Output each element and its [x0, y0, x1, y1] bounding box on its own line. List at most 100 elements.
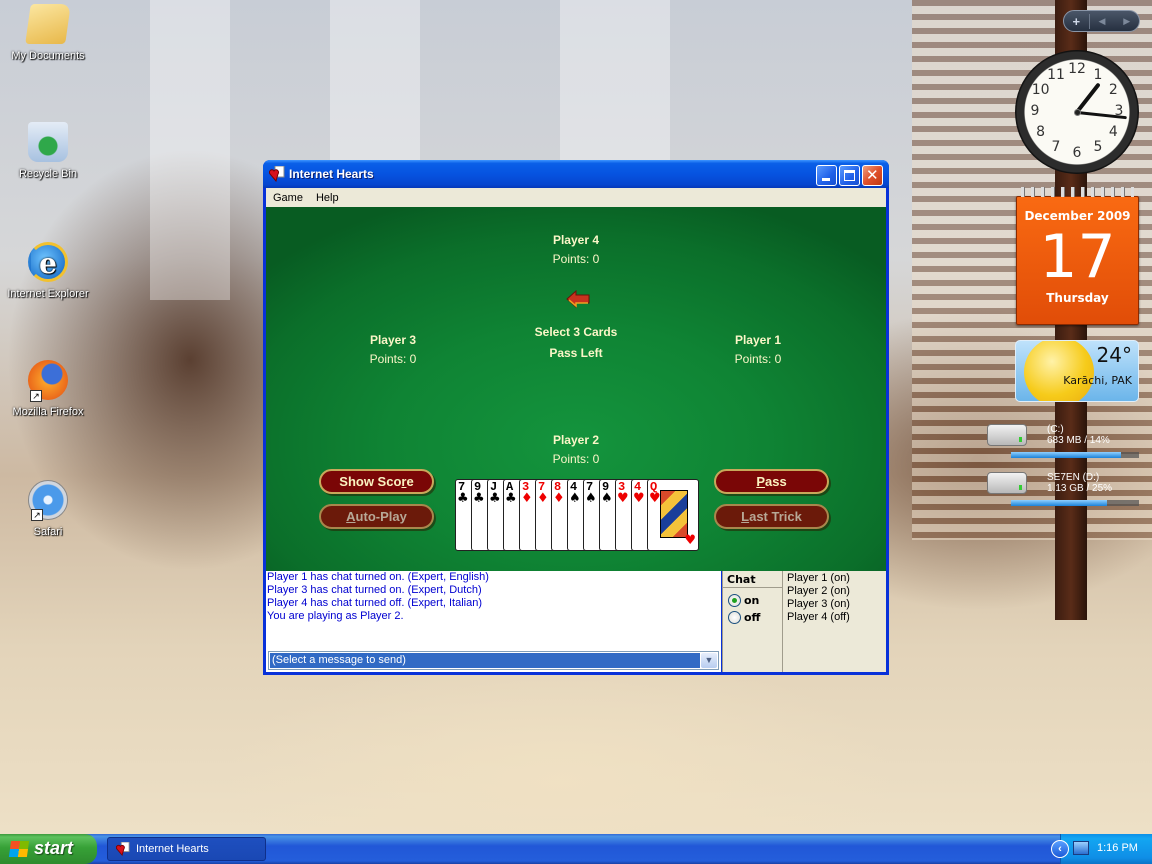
gadget-next-button[interactable]: ▶	[1114, 16, 1139, 27]
clock-numeral: 8	[1036, 124, 1046, 140]
weather-gadget[interactable]: 24° Karāchi, PAK	[1015, 340, 1139, 402]
safari-icon: ↗	[28, 480, 68, 521]
drive-name: SE7EN (D:)	[1047, 472, 1100, 483]
card-suit-icon: ♠	[569, 491, 581, 506]
clock-numeral: 1	[1093, 66, 1103, 83]
chat-toggle-panel: Chat on off	[722, 571, 783, 672]
message-select[interactable]: (Select a message to send) ▼	[268, 651, 719, 670]
close-icon: ✕	[866, 166, 879, 184]
desktop-icon-label: My Documents	[11, 50, 85, 62]
chat-on-radio[interactable]: on	[728, 594, 759, 607]
chevron-down-icon[interactable]: ▼	[701, 653, 717, 668]
card-suit-icon: ♣	[457, 491, 469, 506]
windows-logo-icon	[8, 841, 30, 857]
chat-log-line: Player 1 has chat turned on. (Expert, En…	[267, 571, 489, 583]
clock-numeral: 4	[1108, 124, 1118, 140]
player-points: Points: 0	[552, 252, 600, 266]
clock-numeral: 12	[1068, 61, 1086, 77]
start-button[interactable]: start	[0, 834, 97, 864]
clock-numeral: 11	[1047, 66, 1065, 83]
message-select-value: (Select a message to send)	[270, 653, 700, 668]
internet-explorer-icon	[28, 242, 68, 282]
playing-card[interactable]: Q ♥ ♥	[647, 479, 699, 551]
network-icon[interactable]	[1073, 841, 1089, 855]
sunny-icon	[1024, 341, 1094, 401]
firefox-icon: ↗	[28, 360, 68, 402]
player-chat-status: Player 3 (on)	[787, 598, 850, 610]
drive-usage-fill	[1011, 452, 1122, 458]
chat-off-radio[interactable]: off	[728, 611, 760, 624]
desktop-icon-safari[interactable]: ↗ Safari	[0, 480, 96, 538]
player-points: Points: 0	[552, 452, 600, 466]
chat-panel-title: Chat	[723, 571, 782, 588]
radio-selected-icon	[728, 594, 741, 607]
status-pass-direction: Pass Left	[549, 346, 603, 360]
card-face-art	[660, 490, 688, 538]
calendar-month: December 2009	[1024, 209, 1131, 223]
hard-drive-icon	[987, 472, 1027, 494]
close-button[interactable]: ✕	[862, 165, 883, 186]
card-suit-icon: ♥	[649, 491, 661, 506]
minimize-button[interactable]	[816, 165, 837, 186]
drive-meter-c[interactable]: (C:) 683 MB / 14%	[987, 420, 1139, 458]
taskbar-item-label: Internet Hearts	[136, 843, 209, 855]
hard-drive-icon	[987, 424, 1027, 446]
button-accelerator: P	[756, 474, 765, 489]
drive-usage: 683 MB / 14%	[1047, 435, 1110, 446]
taskbar-item-internet-hearts[interactable]: Internet Hearts	[107, 837, 266, 861]
player-2-seat: Player 2 Points: 0	[516, 433, 636, 466]
chat-log-line: You are playing as Player 2.	[267, 610, 404, 622]
player-name: Player 1	[734, 333, 782, 347]
clock-center-pin	[1074, 109, 1081, 116]
wallpaper-window-light	[150, 0, 230, 300]
hearts-app-icon	[116, 842, 130, 856]
clock-numeral: 9	[1030, 103, 1040, 119]
clock-gadget[interactable]: 12 1 2 3 4 5 6 7 8 9 10 11	[1015, 50, 1139, 174]
clock-numeral: 7	[1051, 139, 1061, 156]
show-score-button[interactable]: Show Score	[319, 469, 434, 494]
player-points: Points: 0	[369, 352, 417, 366]
card-suit-icon: ♦	[521, 491, 533, 506]
drive-meter-d[interactable]: SE7EN (D:) 1.13 GB / 25%	[987, 468, 1139, 506]
button-accelerator: A	[346, 509, 356, 524]
drive-name: (C:)	[1047, 424, 1064, 435]
minimize-icon	[822, 178, 830, 181]
show-hidden-icons-button[interactable]: ‹	[1051, 840, 1069, 858]
gadget-prev-button[interactable]: ◀	[1090, 16, 1115, 27]
add-gadget-button[interactable]: +	[1064, 13, 1090, 29]
clock-numeral: 2	[1108, 82, 1118, 98]
desktop-icon-recycle-bin[interactable]: Recycle Bin	[0, 122, 96, 180]
left-arrow-icon	[566, 290, 590, 308]
desktop-icon-my-documents[interactable]: My Documents	[0, 4, 96, 62]
last-trick-button[interactable]: Last Trick	[714, 504, 829, 529]
calendar-day: 17	[1039, 222, 1116, 292]
desktop-icon-internet-explorer[interactable]: Internet Explorer	[0, 242, 96, 300]
button-label: e	[406, 474, 414, 489]
clock-numeral: 5	[1093, 139, 1103, 156]
title-bar[interactable]: Internet Hearts ✕	[263, 160, 889, 188]
calendar-weekday: Thursday	[1046, 291, 1109, 305]
desktop-icon-mozilla-firefox[interactable]: ↗ Mozilla Firefox	[0, 360, 96, 418]
player-chat-status: Player 1 (on)	[787, 572, 850, 584]
clock-numeral: 6	[1072, 145, 1082, 161]
maximize-button[interactable]	[839, 165, 860, 186]
card-suit-icon: ♥	[684, 533, 696, 548]
menu-game[interactable]: Game	[266, 192, 309, 204]
button-label: uto-Play	[355, 509, 407, 524]
player-name: Player 4	[552, 233, 600, 247]
start-label: start	[34, 838, 74, 858]
hearts-app-icon	[269, 166, 285, 182]
button-label: ast Trick	[749, 509, 802, 524]
tray-clock[interactable]: 1:16 PM	[1097, 842, 1138, 854]
drive-usage-fill	[1011, 500, 1107, 506]
pass-button[interactable]: Pass	[714, 469, 829, 494]
player-hand: 7 ♣ 9 ♣ J ♣ A ♣ 3 ♦ 7 ♦ 8 ♦ 4 ♠ 7 ♠ 9 ♠ 3 ♥ 4 ♥ Q ♥ ♥	[455, 479, 703, 554]
calendar-gadget[interactable]: December 2009 17 Thursday	[1016, 187, 1139, 325]
player-4-seat: Player 4 Points: 0	[516, 233, 636, 266]
auto-play-button[interactable]: Auto-Play	[319, 504, 434, 529]
recycle-bin-icon	[28, 122, 68, 162]
menu-help[interactable]: Help	[309, 192, 345, 204]
window-title: Internet Hearts	[289, 167, 374, 181]
player-points: Points: 0	[734, 352, 782, 366]
drive-usage-bar	[1011, 500, 1139, 506]
